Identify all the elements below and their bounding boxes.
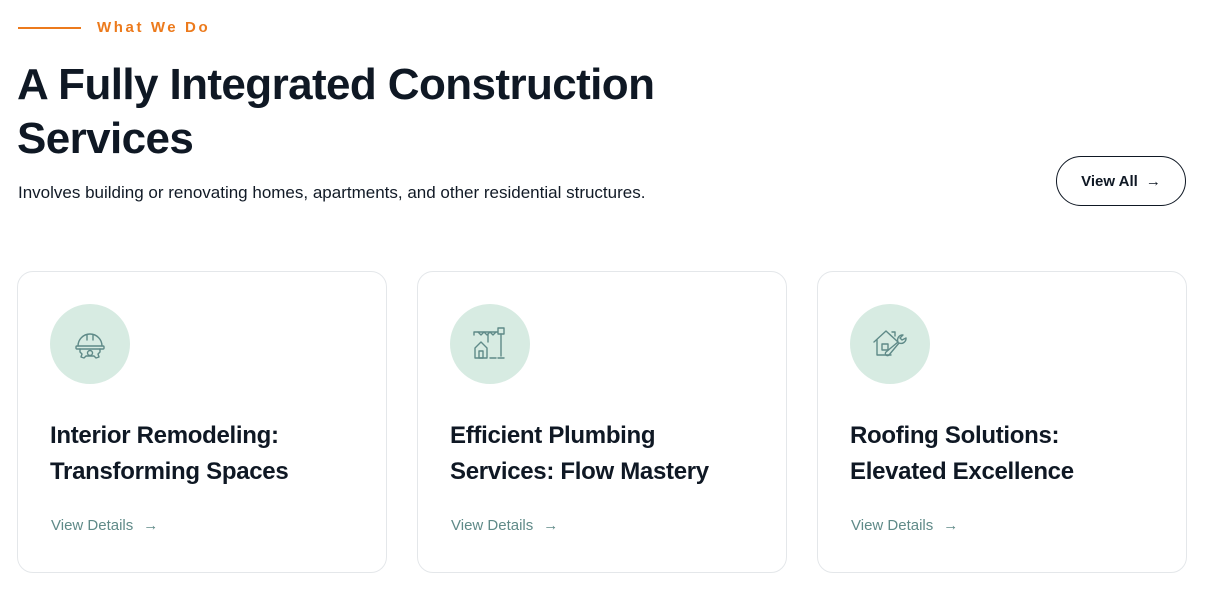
arrow-right-icon: → [943, 517, 959, 534]
service-card: Efficient Plumbing Services: Flow Master… [417, 271, 787, 573]
service-card: Interior Remodeling: Transforming Spaces… [17, 271, 387, 573]
service-icon-wrapper [850, 304, 930, 384]
view-details-label: View Details [451, 517, 534, 534]
services-section: What We Do A Fully Integrated Constructi… [0, 0, 1206, 599]
view-details-label: View Details [851, 517, 934, 534]
crane-house-icon [473, 327, 505, 359]
view-all-label: View All [1081, 172, 1138, 190]
arrow-right-icon: → [1145, 172, 1161, 190]
section-eyebrow: What We Do [18, 19, 210, 36]
service-title: Efficient Plumbing Services: Flow Master… [450, 422, 709, 485]
arrow-right-icon: → [143, 517, 159, 534]
section-title: A Fully Integrated Construction Services [17, 60, 655, 163]
view-details-label: View Details [51, 517, 134, 534]
service-icon-wrapper [50, 304, 130, 384]
eyebrow-divider [18, 26, 81, 29]
service-icon-wrapper [450, 304, 530, 384]
house-wrench-icon [873, 330, 907, 357]
section-subtitle: Involves building or renovating homes, a… [18, 183, 646, 202]
view-details-link[interactable]: View Details → [51, 517, 158, 534]
view-all-button[interactable]: View All → [1056, 156, 1186, 206]
arrow-right-icon: → [543, 517, 559, 534]
hard-hat-gear-icon [75, 333, 105, 359]
service-title: Roofing Solutions: Elevated Excellence [850, 422, 1074, 485]
service-title: Interior Remodeling: Transforming Spaces [50, 422, 289, 485]
view-details-link[interactable]: View Details → [451, 517, 558, 534]
eyebrow-label: What We Do [97, 19, 211, 36]
view-details-link[interactable]: View Details → [851, 517, 958, 534]
service-card: Roofing Solutions: Elevated Excellence V… [817, 271, 1187, 573]
